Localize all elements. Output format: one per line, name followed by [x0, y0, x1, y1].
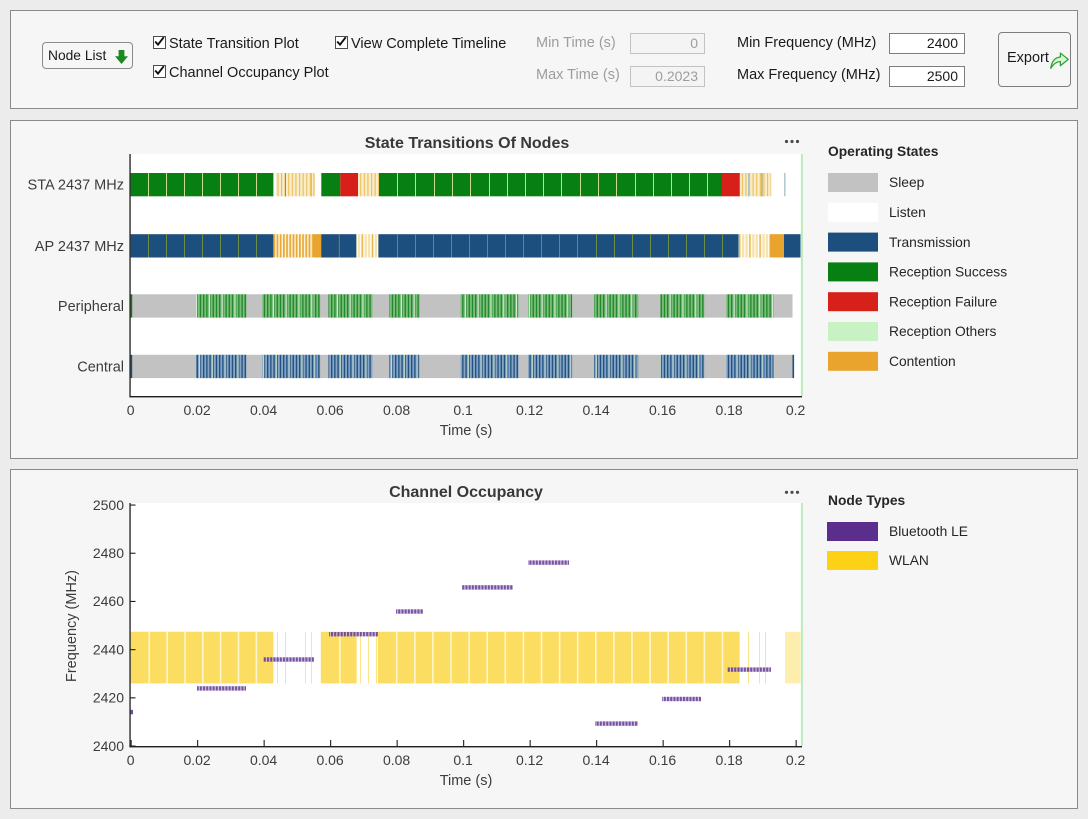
svg-text:Peripheral: Peripheral: [58, 299, 124, 315]
svg-text:2460: 2460: [93, 593, 124, 609]
svg-text:0.06: 0.06: [316, 402, 343, 418]
svg-text:0: 0: [127, 402, 135, 418]
svg-text:Transmission: Transmission: [889, 235, 971, 250]
svg-text:0.12: 0.12: [516, 402, 543, 418]
svg-text:0.16: 0.16: [649, 752, 676, 768]
svg-text:Reception Failure: Reception Failure: [889, 294, 997, 309]
svg-text:Reception Success: Reception Success: [889, 265, 1007, 280]
svg-text:Sleep: Sleep: [889, 175, 925, 190]
svg-text:0.14: 0.14: [582, 402, 609, 418]
svg-text:Bluetooth LE: Bluetooth LE: [889, 524, 968, 539]
svg-text:0.18: 0.18: [715, 752, 742, 768]
svg-text:Central: Central: [77, 360, 124, 376]
svg-text:Reception Others: Reception Others: [889, 324, 996, 339]
svg-text:0.16: 0.16: [649, 402, 676, 418]
svg-text:Node Types: Node Types: [828, 493, 906, 508]
svg-text:Time (s): Time (s): [440, 423, 493, 439]
svg-text:2400: 2400: [93, 738, 124, 754]
svg-text:Listen: Listen: [889, 205, 926, 220]
svg-text:0.04: 0.04: [250, 402, 277, 418]
svg-text:2420: 2420: [93, 690, 124, 706]
svg-text:0.12: 0.12: [516, 752, 543, 768]
svg-text:Channel Occupancy: Channel Occupancy: [389, 484, 543, 501]
svg-text:Contention: Contention: [889, 354, 956, 369]
svg-text:0.08: 0.08: [383, 752, 410, 768]
svg-text:STA 2437 MHz: STA 2437 MHz: [28, 178, 124, 194]
svg-text:0.1: 0.1: [453, 752, 473, 768]
svg-text:Frequency (MHz): Frequency (MHz): [64, 570, 80, 682]
svg-text:0.06: 0.06: [316, 752, 343, 768]
svg-text:0.04: 0.04: [250, 752, 277, 768]
svg-text:0.02: 0.02: [183, 752, 210, 768]
svg-text:0.08: 0.08: [383, 402, 410, 418]
svg-text:2480: 2480: [93, 545, 124, 561]
svg-text:Time (s): Time (s): [440, 773, 493, 789]
svg-text:0.02: 0.02: [183, 402, 210, 418]
svg-text:0.2: 0.2: [786, 752, 806, 768]
svg-text:0.2: 0.2: [786, 402, 806, 418]
svg-text:0: 0: [127, 752, 135, 768]
svg-text:WLAN: WLAN: [889, 553, 929, 568]
svg-text:State Transitions Of Nodes: State Transitions Of Nodes: [365, 135, 570, 152]
svg-text:Operating States: Operating States: [828, 144, 939, 159]
svg-text:0.14: 0.14: [582, 752, 609, 768]
svg-text:2440: 2440: [93, 641, 124, 657]
svg-text:2500: 2500: [93, 497, 124, 513]
svg-text:0.1: 0.1: [453, 402, 473, 418]
svg-text:0.18: 0.18: [715, 402, 742, 418]
svg-text:AP 2437 MHz: AP 2437 MHz: [35, 239, 124, 255]
